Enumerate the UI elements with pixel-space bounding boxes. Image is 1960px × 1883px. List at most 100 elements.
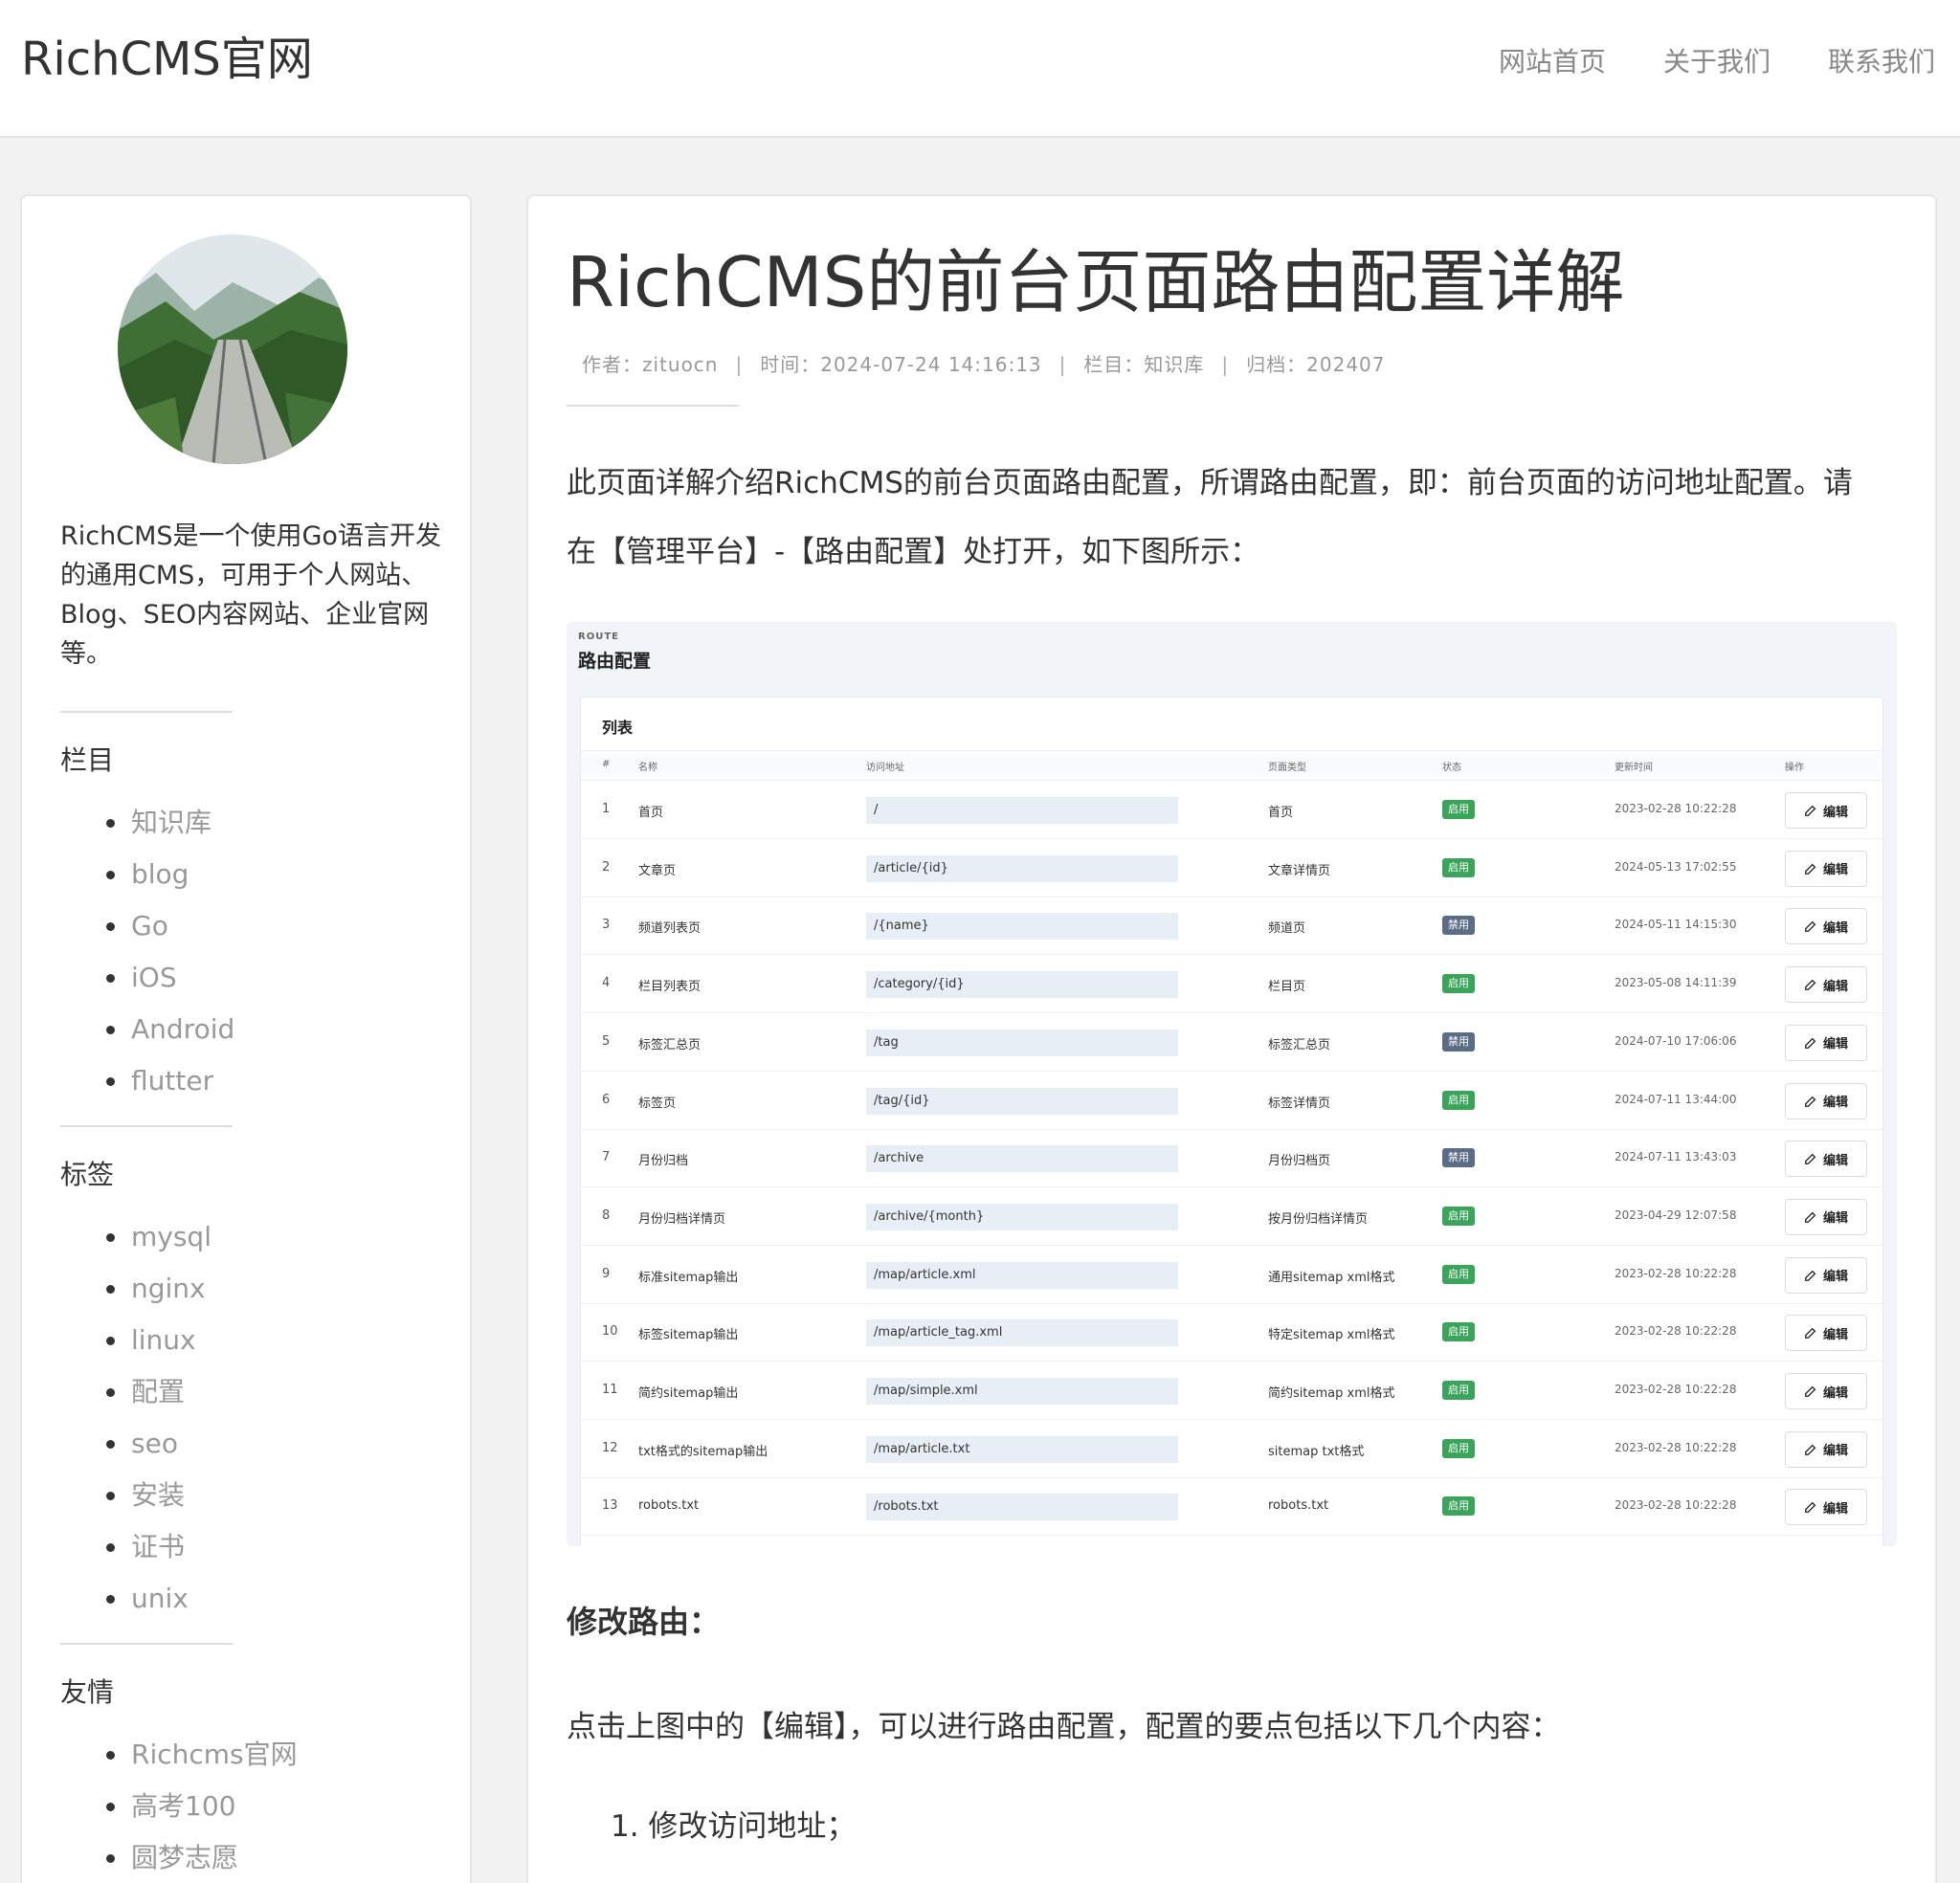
tag-link[interactable]: 证书: [106, 1521, 462, 1573]
edit-icon: [1805, 805, 1816, 816]
category-link[interactable]: Go: [106, 900, 462, 952]
tag-link[interactable]: unix: [106, 1573, 462, 1625]
edit-button[interactable]: 编辑: [1785, 908, 1867, 945]
tag-link[interactable]: linux: [106, 1315, 462, 1366]
category-link[interactable]: iOS: [106, 952, 462, 1004]
edit-button[interactable]: 编辑: [1785, 1315, 1867, 1352]
edit-button[interactable]: 编辑: [1785, 1141, 1867, 1178]
categories-section: 栏目 知识库 blog Go iOS Android flutter: [60, 711, 462, 1107]
edit-label: 编辑: [1822, 979, 1848, 994]
route-name: 月份归档: [638, 1154, 689, 1169]
edit-label: 编辑: [1822, 863, 1848, 878]
meta-separator: |: [1221, 353, 1230, 376]
row-number: 8: [602, 1207, 611, 1223]
table-row: 3 频道列表页 /{name} 频道页 禁用 2024-05-11 14:15:30 编辑: [581, 897, 1882, 956]
updated-time: 2023-02-28 10:22:28: [1615, 1498, 1737, 1513]
category-link[interactable]: Android: [106, 1004, 462, 1055]
page-type: robots.txt: [1268, 1498, 1329, 1514]
status-badge: 启用: [1442, 1206, 1475, 1226]
category-link[interactable]: 知识库: [106, 797, 462, 849]
article-intro: 此页面详解介绍RichCMS的前台页面路由配置，所谓路由配置，即：前台页面的访问…: [567, 449, 1906, 587]
table-row: 12 txt格式的sitemap输出/map/article.txt sitemap…: [581, 1421, 1882, 1478]
tag-link[interactable]: seo: [106, 1418, 462, 1470]
route-name: 栏目列表页: [638, 980, 702, 995]
edit-button[interactable]: 编辑: [1785, 792, 1867, 829]
edit-button[interactable]: 编辑: [1785, 1198, 1867, 1235]
edit-button[interactable]: 编辑: [1785, 1430, 1867, 1468]
status-badge: 禁用: [1442, 916, 1475, 936]
route-path: /map/simple.xml: [866, 1378, 1178, 1405]
meta-archive[interactable]: 归档：202407: [1246, 345, 1385, 384]
status-badge: 启用: [1442, 857, 1475, 877]
railway-landscape-image: [118, 234, 347, 464]
tags-heading: 标签: [60, 1159, 115, 1190]
edit-button[interactable]: 编辑: [1785, 1024, 1867, 1061]
col-header: 更新时间: [1615, 763, 1653, 773]
intro-line: 此页面详解介绍RichCMS的前台页面路由配置，所谓路由配置，即：前台页面的访问…: [567, 466, 1853, 500]
edit-button[interactable]: 编辑: [1785, 1489, 1867, 1526]
tag-link[interactable]: nginx: [106, 1263, 462, 1315]
row-number: 7: [602, 1150, 611, 1165]
tag-link[interactable]: 安装: [106, 1470, 462, 1521]
edit-icon: [1805, 1096, 1816, 1107]
edit-icon: [1805, 979, 1816, 990]
tag-link[interactable]: 配置: [106, 1366, 462, 1418]
site-description: RichCMS是一个使用Go语言开发的通用CMS，可用于个人网站、Blog、SE…: [60, 521, 441, 669]
edit-button[interactable]: 编辑: [1785, 850, 1867, 887]
status-badge: 启用: [1442, 1381, 1475, 1400]
status-badge: 禁用: [1442, 1148, 1475, 1168]
page-type: 栏目页: [1268, 980, 1306, 995]
updated-time: 2023-02-28 10:22:28: [1615, 1440, 1737, 1454]
divider: [567, 405, 739, 407]
edit-icon: [1805, 1037, 1816, 1049]
tags-section: 标签 mysql nginx linux 配置 seo 安装 证书 unix: [60, 1125, 462, 1625]
table-row: 6 标签页/tag/{id} 标签详情页 启用 2024-07-11 13:44:00 编…: [581, 1073, 1882, 1130]
updated-time: 2023-05-08 14:11:39: [1615, 976, 1737, 990]
divider: [60, 1643, 233, 1645]
route-name: 简约sitemap输出: [638, 1386, 739, 1401]
nav-contact[interactable]: 联系我们: [1828, 38, 1935, 86]
route-path: /archive/{month}: [866, 1203, 1178, 1230]
route-list-card: 列表 # 名称 访问地址 页面类型 状态 更新时间 操作 1 首页 / 首页 启用 202…: [580, 697, 1883, 1546]
col-header: #: [602, 759, 611, 769]
route-name: 标签页: [638, 1096, 677, 1111]
nav-home[interactable]: 网站首页: [1499, 38, 1606, 86]
updated-time: 2024-07-11 13:43:03: [1615, 1150, 1737, 1164]
edit-button[interactable]: 编辑: [1785, 1256, 1867, 1294]
site-logo[interactable]: RichCMS官网: [21, 29, 313, 90]
friend-link[interactable]: 圆梦志愿: [106, 1832, 462, 1883]
row-number: 1: [602, 802, 611, 816]
article-paragraph: 点击上图中的【编辑】，可以进行路由配置，配置的要点包括以下几个内容：: [567, 1710, 1561, 1744]
edit-button[interactable]: 编辑: [1785, 1373, 1867, 1409]
tag-link[interactable]: mysql: [106, 1211, 462, 1263]
route-path: /robots.txt: [866, 1494, 1178, 1521]
table-row: 10 标签sitemap输出/map/article_tag.xml 特定sitem…: [581, 1304, 1882, 1362]
friend-link[interactable]: 高考100: [106, 1781, 462, 1832]
edit-button[interactable]: 编辑: [1785, 1082, 1867, 1119]
nav-about[interactable]: 关于我们: [1663, 38, 1771, 86]
meta-separator: |: [735, 353, 744, 376]
status-badge: 启用: [1442, 974, 1475, 994]
edit-label: 编辑: [1822, 1501, 1848, 1517]
status-badge: 启用: [1442, 1322, 1475, 1342]
table-row: 11 简约sitemap输出/map/simple.xml 简约sitemap xm…: [581, 1362, 1882, 1420]
route-path: /map/article.txt: [866, 1435, 1178, 1463]
article-title: RichCMS的前台页面路由配置详解: [567, 242, 1625, 322]
friend-link[interactable]: Richcms官网: [106, 1729, 462, 1781]
site-header: RichCMS官网 网站首页 关于我们 联系我们: [0, 0, 1960, 138]
category-link[interactable]: blog: [106, 849, 462, 900]
col-header: 访问地址: [866, 763, 904, 773]
edit-button[interactable]: 编辑: [1785, 966, 1867, 1004]
route-name: robots.txt: [638, 1498, 700, 1514]
route-name: txt格式的sitemap输出: [638, 1444, 768, 1459]
route-path: /tag/{id}: [866, 1087, 1178, 1115]
page-type: 月份归档页: [1268, 1154, 1331, 1169]
category-link[interactable]: flutter: [106, 1055, 462, 1107]
row-number: 13: [602, 1498, 618, 1514]
route-name: 标签汇总页: [638, 1037, 702, 1052]
page-type: 标签详情页: [1268, 1096, 1331, 1111]
page-type: 频道页: [1268, 921, 1306, 937]
meta-category[interactable]: 栏目：知识库: [1083, 345, 1204, 384]
top-nav: 网站首页 关于我们 联系我们: [1499, 38, 1935, 86]
row-number: 3: [602, 918, 611, 933]
